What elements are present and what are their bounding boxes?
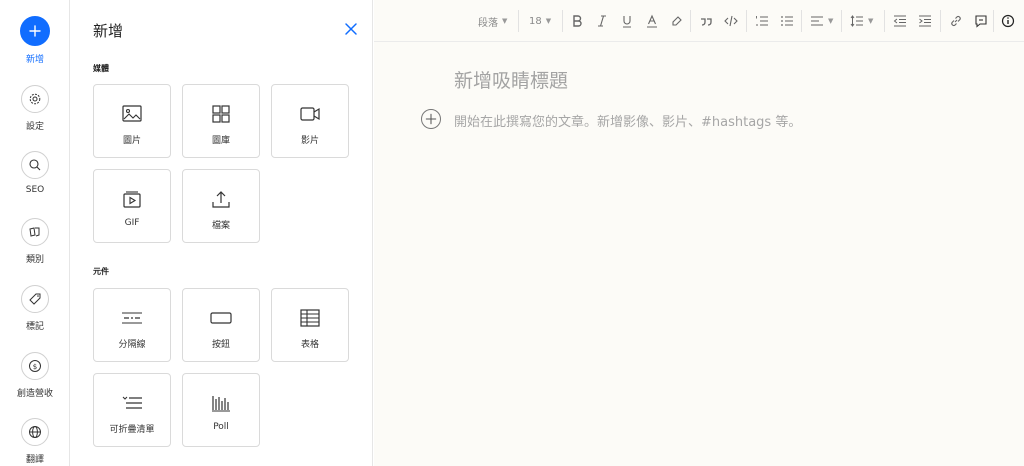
chevron-down-icon: ▼ [828, 17, 834, 25]
post-body-input[interactable]: 開始在此撰寫您的文章。新增影像、影片、#hashtags 等。 [454, 111, 801, 130]
panel-title: 新增 [93, 22, 124, 40]
link-icon[interactable] [949, 12, 963, 30]
toolbar-divider [993, 10, 994, 32]
svg-text:$: $ [33, 363, 37, 371]
rail-item-label: 標記 [25, 322, 44, 332]
rail-item-translate[interactable]: 翻譯 [0, 418, 70, 465]
chevron-down-icon: ▼ [868, 17, 874, 25]
paragraph-style-dropdown[interactable]: 段落 ▼ [478, 12, 507, 30]
gif-icon [123, 191, 141, 208]
toolbar-divider [746, 10, 747, 32]
chevron-down-icon: ▼ [502, 17, 508, 25]
tile-label: 表格 [300, 340, 319, 350]
rail-item-label: 新增 [25, 55, 44, 65]
numbered-list-icon[interactable] [755, 12, 769, 30]
close-icon[interactable] [343, 21, 359, 37]
comment-icon[interactable] [974, 12, 988, 30]
video-icon [300, 107, 320, 121]
rail-item-add[interactable]: 新增 [0, 16, 70, 65]
poll-icon [212, 396, 230, 412]
rail-item-settings[interactable]: 設定 [0, 85, 70, 132]
tile-label: 分隔線 [118, 340, 146, 350]
highlight-icon[interactable] [670, 12, 684, 30]
gear-icon [21, 85, 49, 113]
bold-icon[interactable] [570, 12, 584, 30]
upload-icon [212, 191, 230, 208]
collapsible-list-icon [122, 396, 142, 409]
divider-icon [122, 312, 142, 324]
toolbar-divider [562, 10, 563, 32]
font-size-dropdown[interactable]: 18 ▼ [529, 12, 551, 30]
tile-gallery[interactable]: 圖庫 [182, 84, 260, 158]
rail-item-label: 翻譯 [25, 455, 44, 465]
underline-icon[interactable] [620, 12, 634, 30]
tile-divider[interactable]: 分隔線 [93, 288, 171, 362]
left-rail: 新增 設定 SEO 類別 標記 $ 創造營收 翻譯 [0, 0, 70, 466]
tile-label: 影片 [300, 136, 319, 146]
plus-icon [425, 113, 437, 125]
indent-increase-icon[interactable] [918, 12, 932, 30]
add-content-button[interactable] [421, 109, 441, 129]
add-panel: 新增 媒體 圖片 圖庫 影片 GIF 檔案 元件 分隔線 按鈕 表格 可折疊清單 [71, 0, 373, 466]
line-spacing-dropdown[interactable]: ▼ [850, 12, 873, 30]
tile-label: Poll [213, 422, 229, 432]
formatting-toolbar: 段落 ▼ 18 ▼ ▼ ▼ [374, 0, 1024, 42]
image-icon [122, 105, 142, 122]
chevron-down-icon: ▼ [545, 17, 552, 25]
category-icon [21, 218, 49, 246]
toolbar-divider [841, 10, 842, 32]
bulleted-list-icon[interactable] [780, 12, 794, 30]
globe-icon [21, 418, 49, 446]
tile-label: 可折疊清單 [109, 425, 155, 435]
dollar-icon: $ [21, 352, 49, 380]
tag-icon [21, 285, 49, 313]
plus-icon [20, 16, 50, 46]
section-label-media: 媒體 [93, 64, 109, 73]
tile-gif[interactable]: GIF [93, 169, 171, 243]
button-icon [210, 312, 232, 324]
tile-image[interactable]: 圖片 [93, 84, 171, 158]
section-label-elements: 元件 [93, 267, 109, 276]
tile-table[interactable]: 表格 [271, 288, 349, 362]
rail-item-label: 設定 [25, 122, 44, 132]
toolbar-divider [884, 10, 885, 32]
toolbar-divider [801, 10, 802, 32]
toolbar-divider [518, 10, 519, 32]
rail-item-tags[interactable]: 標記 [0, 285, 70, 332]
tile-label: 按鈕 [211, 340, 230, 350]
toolbar-divider [940, 10, 941, 32]
table-icon [300, 309, 320, 327]
rail-item-label: 類別 [25, 255, 44, 265]
tile-label: 檔案 [211, 221, 230, 231]
rail-item-label: SEO [25, 185, 45, 195]
rail-item-categories[interactable]: 類別 [0, 218, 70, 265]
indent-decrease-icon[interactable] [893, 12, 907, 30]
post-title-input[interactable]: 新增吸睛標題 [454, 66, 568, 93]
quote-icon[interactable] [699, 12, 713, 30]
rail-item-label: 創造營收 [16, 389, 53, 399]
tile-video[interactable]: 影片 [271, 84, 349, 158]
font-size-value: 18 [529, 15, 542, 27]
rail-item-seo[interactable]: SEO [0, 151, 70, 195]
align-dropdown[interactable]: ▼ [810, 12, 833, 30]
text-color-icon[interactable] [645, 12, 659, 30]
tile-collapsible-list[interactable]: 可折疊清單 [93, 373, 171, 447]
editor-area: 段落 ▼ 18 ▼ ▼ ▼ 新增吸睛標題 開始在此撰寫您的文章。新增影像、影片、… [374, 0, 1024, 466]
tile-label: GIF [124, 218, 140, 228]
info-icon[interactable] [1001, 12, 1015, 30]
tile-poll[interactable]: Poll [182, 373, 260, 447]
search-icon [21, 151, 49, 179]
tile-label: 圖庫 [211, 136, 230, 146]
tile-button[interactable]: 按鈕 [182, 288, 260, 362]
tile-label: 圖片 [122, 136, 141, 146]
italic-icon[interactable] [595, 12, 609, 30]
paragraph-style-value: 段落 [478, 17, 498, 29]
toolbar-divider [690, 10, 691, 32]
gallery-icon [212, 105, 230, 123]
code-icon[interactable] [724, 12, 738, 30]
tile-file[interactable]: 檔案 [182, 169, 260, 243]
rail-item-monetize[interactable]: $ 創造營收 [0, 352, 70, 399]
